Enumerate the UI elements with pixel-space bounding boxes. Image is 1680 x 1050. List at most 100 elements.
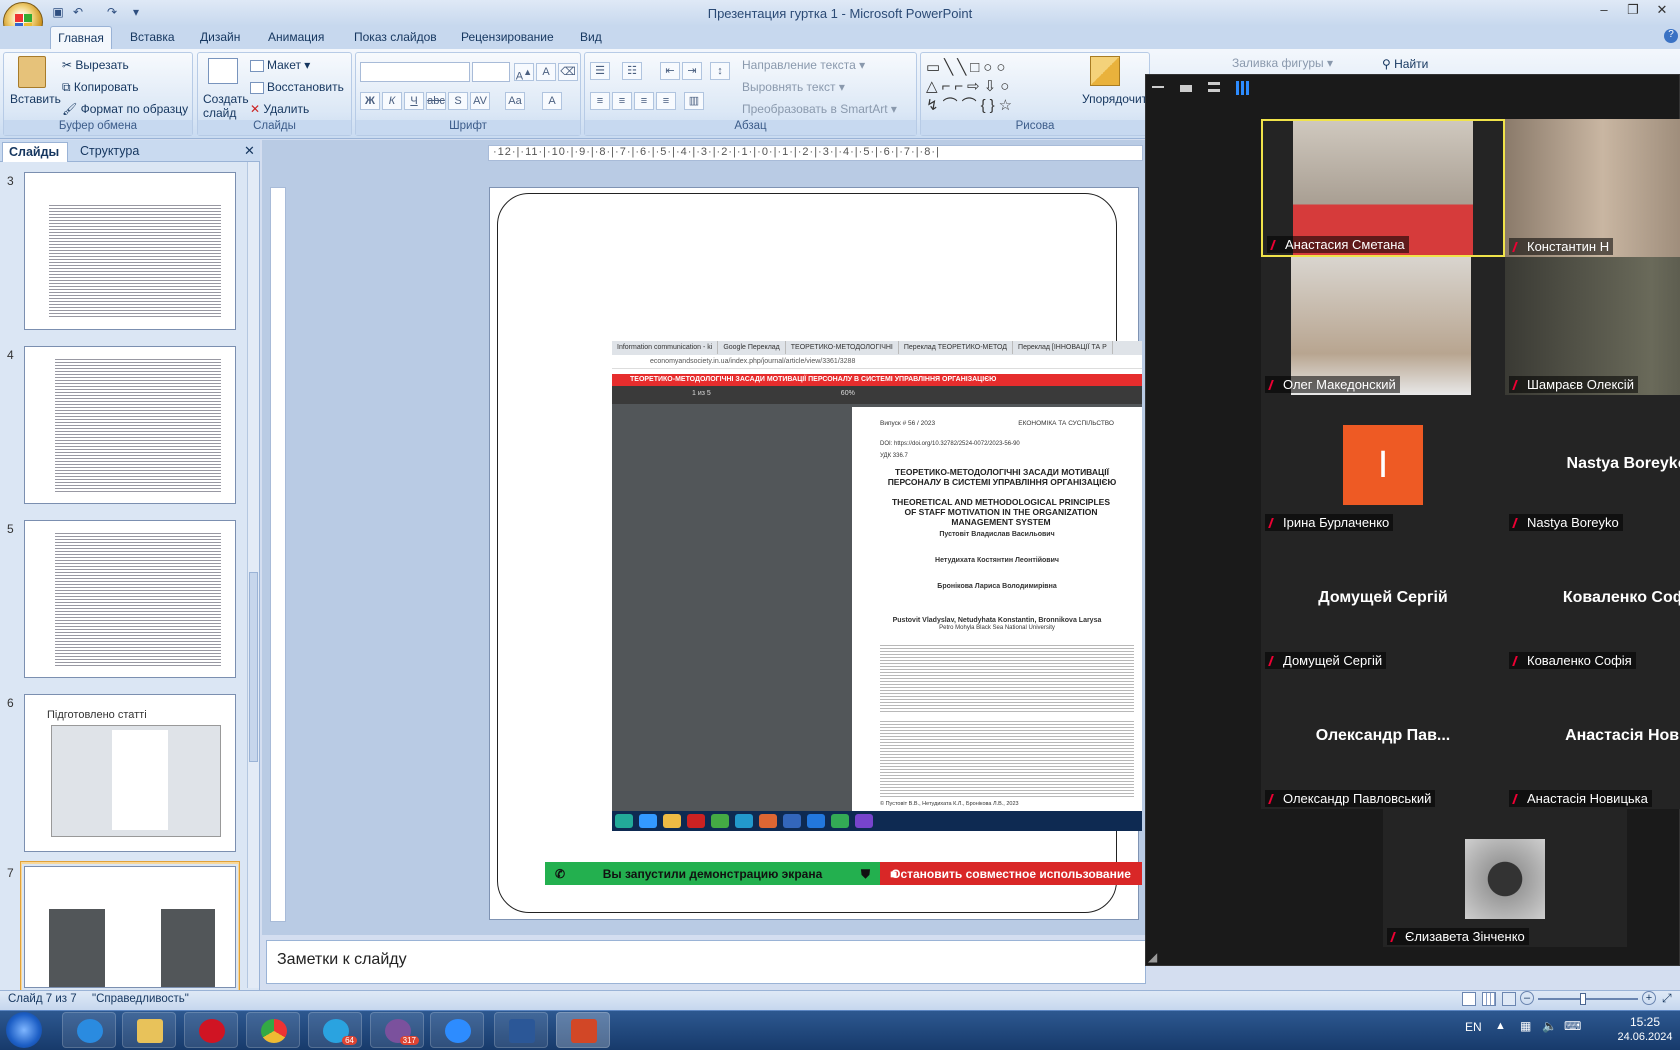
slide-notes[interactable]: Заметки к слайду: [266, 940, 1146, 984]
align-center-icon[interactable]: ≡: [612, 92, 632, 110]
tab-review[interactable]: Рецензирование: [461, 30, 554, 44]
participant-tile[interactable]: Олег Македонский: [1261, 257, 1505, 395]
reset-button[interactable]: Восстановить: [250, 80, 344, 94]
slide-thumbnail-3[interactable]: [24, 172, 236, 330]
slide-thumbnail-6[interactable]: Підготовлено статті: [24, 694, 236, 852]
tab-design[interactable]: Дизайн: [200, 30, 240, 44]
layout-button[interactable]: Макет ▾: [250, 58, 310, 72]
align-left-icon[interactable]: ≡: [590, 92, 610, 110]
language-indicator[interactable]: EN: [1465, 1020, 1482, 1034]
slide-thumbnail-4[interactable]: [24, 346, 236, 504]
tab-slideshow[interactable]: Показ слайдов: [354, 30, 437, 44]
stop-sharing-button[interactable]: ■ Остановить совместное использование: [880, 862, 1142, 885]
restore-icon[interactable]: ❐: [1619, 2, 1647, 22]
new-slide-button[interactable]: Создать слайд: [203, 92, 249, 120]
tab-home[interactable]: Главная: [50, 26, 112, 50]
participant-tile[interactable]: Nastya Boreyko Nastya Boreyko: [1505, 395, 1680, 533]
slide-thumbnail-7[interactable]: [24, 866, 236, 988]
bold-icon[interactable]: Ж: [360, 92, 380, 110]
copy-button[interactable]: ⧉ Копировать: [62, 80, 139, 95]
text-direction-button[interactable]: Направление текста ▾: [742, 58, 865, 72]
paste-button[interactable]: Вставить: [10, 92, 61, 106]
zoom-slider[interactable]: [1538, 993, 1638, 1005]
minimize-icon[interactable]: –: [1590, 2, 1618, 22]
increase-indent-icon[interactable]: ⇥: [682, 62, 702, 80]
zoom-minimize-icon[interactable]: [1152, 86, 1164, 88]
viber-taskbar-button[interactable]: 317: [370, 1012, 424, 1048]
redo-icon[interactable]: ↷: [104, 5, 120, 20]
customize-toolbar-icon[interactable]: ▾: [128, 5, 144, 20]
delete-slide-button[interactable]: ✕ Удалить: [250, 102, 309, 116]
shrink-font-icon[interactable]: A: [536, 63, 556, 81]
clock-time[interactable]: 15:25: [1620, 1015, 1670, 1029]
smartart-button[interactable]: Преобразовать в SmartArt ▾: [742, 102, 897, 116]
bullets-icon[interactable]: ☰: [590, 62, 610, 80]
powerpoint-taskbar-button[interactable]: [556, 1012, 610, 1048]
format-painter-button[interactable]: 🖌 Формат по образцу: [62, 102, 188, 116]
participant-tile[interactable]: Анастасия Сметана: [1261, 119, 1505, 257]
numbering-icon[interactable]: ☷: [622, 62, 642, 80]
participant-tile[interactable]: Шамраєв Олексій: [1505, 257, 1680, 395]
line-spacing-icon[interactable]: ↕: [710, 62, 730, 80]
tab-insert[interactable]: Вставка: [130, 30, 175, 44]
ie-taskbar-button[interactable]: [62, 1012, 116, 1048]
clear-format-icon[interactable]: ⌫: [558, 63, 578, 81]
save-icon[interactable]: ▣: [50, 5, 66, 20]
participant-tile[interactable]: Коваленко Софі Коваленко Софія: [1505, 533, 1680, 671]
shape-fill-button[interactable]: Заливка фигуры ▾: [1232, 56, 1333, 70]
grow-font-icon[interactable]: A▲: [514, 63, 534, 83]
close-panel-icon[interactable]: ✕: [244, 143, 255, 159]
strikethrough-icon[interactable]: abc: [426, 92, 446, 110]
start-button[interactable]: [6, 1012, 42, 1048]
opera-taskbar-button[interactable]: [184, 1012, 238, 1048]
resize-handle-icon[interactable]: ◢: [1148, 950, 1157, 964]
tab-animation[interactable]: Анимация: [268, 30, 324, 44]
shadow-icon[interactable]: S: [448, 92, 468, 110]
telegram-taskbar-button[interactable]: 64: [308, 1012, 362, 1048]
keyboard-icon[interactable]: ⌨: [1564, 1019, 1581, 1033]
zoom-out-icon[interactable]: –: [1520, 991, 1534, 1005]
tab-view[interactable]: Вид: [580, 30, 602, 44]
panel-scrollbar[interactable]: [247, 162, 259, 988]
decrease-indent-icon[interactable]: ⇤: [660, 62, 680, 80]
cut-button[interactable]: ✂ Вырезать: [62, 58, 129, 72]
explorer-taskbar-button[interactable]: [122, 1012, 176, 1048]
participant-tile[interactable]: І Ірина Бурлаченко: [1261, 395, 1505, 533]
align-text-button[interactable]: Выровнять текст ▾: [742, 80, 845, 94]
tray-arrow-icon[interactable]: ▲: [1495, 1020, 1506, 1032]
columns-icon[interactable]: ▥: [684, 92, 704, 110]
case-icon[interactable]: Aa: [505, 92, 525, 110]
tab-slides[interactable]: Слайды: [2, 142, 68, 162]
normal-view-icon[interactable]: [1462, 992, 1476, 1006]
zoom-layout-icon[interactable]: [1208, 82, 1220, 92]
shapes-gallery[interactable]: ▭╲╲□○○ △⌐⌐⇨⇩○ ↯⌒⌒{}☆: [926, 58, 1050, 116]
paste-icon[interactable]: [18, 56, 46, 88]
network-icon[interactable]: ▦: [1520, 1019, 1531, 1033]
align-right-icon[interactable]: ≡: [634, 92, 654, 110]
tab-outline[interactable]: Структура: [80, 144, 139, 158]
font-color-icon[interactable]: A: [542, 92, 562, 110]
justify-icon[interactable]: ≡: [656, 92, 676, 110]
participant-tile[interactable]: Єлизавета Зінченко: [1383, 809, 1627, 947]
underline-icon[interactable]: Ч: [404, 92, 424, 110]
slide-thumbnail-5[interactable]: [24, 520, 236, 678]
participant-tile[interactable]: Анастасія Нови Анастасія Новицька: [1505, 671, 1680, 809]
sorter-view-icon[interactable]: [1482, 992, 1496, 1006]
spacing-icon[interactable]: AV: [470, 92, 490, 110]
zoom-in-icon[interactable]: +: [1642, 991, 1656, 1005]
zoom-taskbar-button[interactable]: [430, 1012, 484, 1048]
find-button[interactable]: ⚲ Найти: [1382, 57, 1428, 71]
font-size-select[interactable]: [472, 62, 510, 82]
fit-slide-icon[interactable]: ⤢: [1662, 991, 1672, 1006]
close-icon[interactable]: ✕: [1648, 2, 1676, 22]
font-name-select[interactable]: [360, 62, 470, 82]
new-slide-icon[interactable]: [208, 58, 238, 84]
volume-icon[interactable]: 🔈: [1542, 1019, 1557, 1033]
italic-icon[interactable]: К: [382, 92, 402, 110]
participant-tile[interactable]: Константин Н: [1505, 119, 1680, 257]
participant-tile[interactable]: Олександр Пав... Олександр Павловський: [1261, 671, 1505, 809]
arrange-button[interactable]: Упорядочить: [1082, 92, 1153, 106]
undo-icon[interactable]: ↶: [70, 5, 86, 20]
participant-tile[interactable]: Домущей Сергій Домущей Сергій: [1261, 533, 1505, 671]
arrange-icon[interactable]: [1090, 56, 1120, 86]
